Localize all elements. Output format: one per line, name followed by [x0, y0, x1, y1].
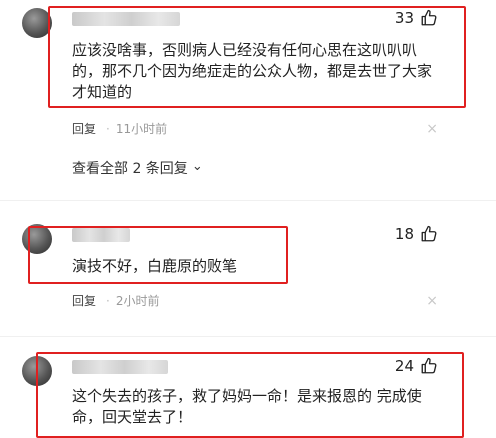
- timestamp: 11小时前: [115, 122, 168, 136]
- divider: [0, 200, 496, 201]
- close-icon[interactable]: ×: [426, 293, 438, 309]
- reply-button[interactable]: 回复: [72, 120, 96, 137]
- timestamp: 2小时前: [115, 294, 160, 308]
- reply-button[interactable]: 回复: [72, 292, 96, 309]
- separator: ·: [106, 293, 110, 308]
- highlight-box-1: [48, 6, 466, 108]
- like-button[interactable]: 18: [395, 225, 438, 243]
- comment-meta-2: 回复 · 2小时前 ×: [72, 292, 438, 309]
- close-icon[interactable]: ×: [426, 121, 438, 137]
- thumbs-up-icon: [421, 225, 437, 242]
- view-all-replies-link[interactable]: 查看全部 2 条回复 ⌄: [72, 158, 203, 178]
- separator: ·: [106, 121, 110, 136]
- view-all-label: 查看全部 2 条回复: [72, 161, 188, 177]
- like-count: 18: [394, 225, 414, 243]
- highlight-box-2: [28, 226, 288, 284]
- divider: [0, 336, 496, 337]
- chevron-down-icon: ⌄: [191, 158, 203, 174]
- comment-meta-1: 回复 · 11小时前 ×: [72, 120, 438, 137]
- highlight-box-3: [36, 352, 464, 438]
